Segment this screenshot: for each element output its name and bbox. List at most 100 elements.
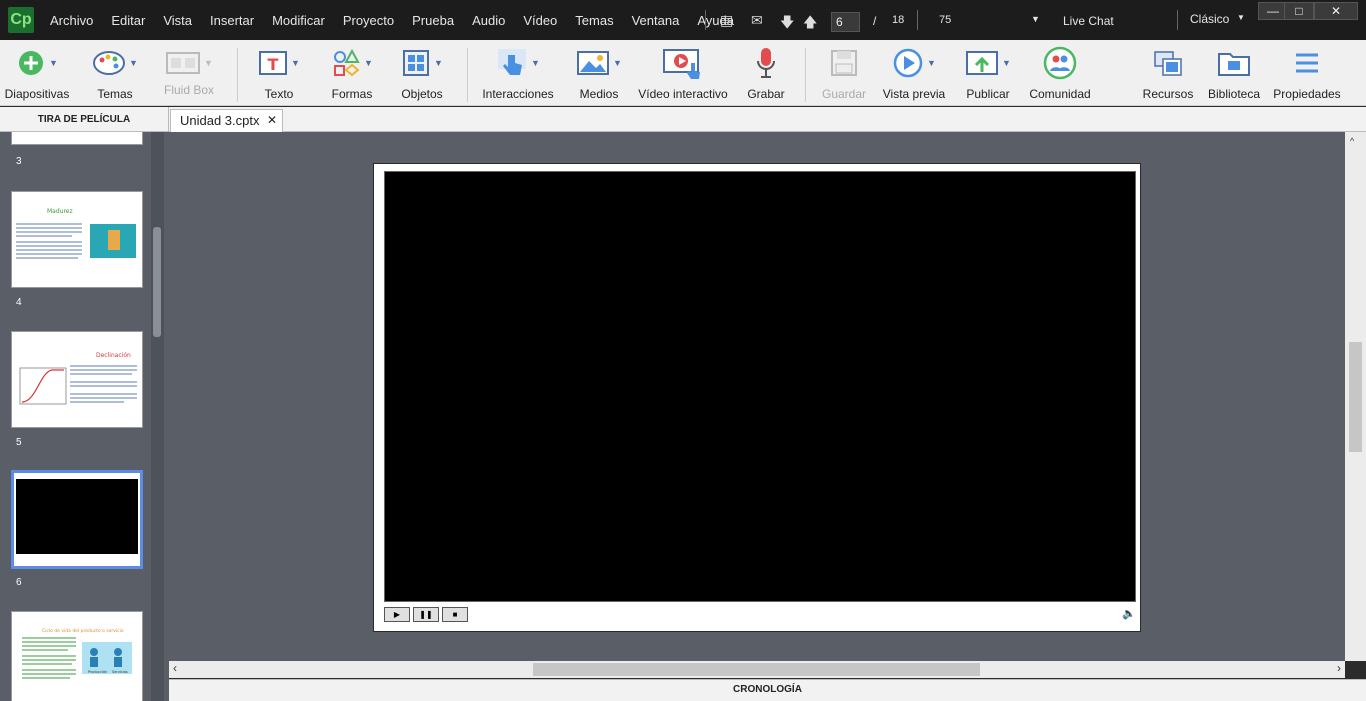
filmstrip-scrollbar[interactable]: [151, 132, 164, 701]
comment-icon[interactable]: ▤: [720, 12, 733, 29]
publish-icon: [966, 51, 999, 75]
menu-proyecto[interactable]: Proyecto: [334, 13, 403, 28]
save-button[interactable]: Guardar: [820, 46, 868, 104]
svg-text:Declinación: Declinación: [96, 352, 131, 359]
video-thumbnail: [16, 479, 138, 554]
workspace-dropdown-icon[interactable]: ▼: [1237, 13, 1245, 22]
slide-number: 3: [16, 156, 22, 167]
hand-pointer-icon: [498, 49, 527, 75]
zoom-dropdown-icon[interactable]: ▼: [1031, 14, 1040, 24]
menu-editar[interactable]: Editar: [102, 13, 154, 28]
zoom-level[interactable]: 75: [939, 14, 951, 26]
menu-video[interactable]: Vídeo: [514, 13, 566, 28]
slide-thumbnail-7[interactable]: Ciclo de vida del producto o servicio Pr…: [11, 611, 143, 701]
toolbar-divider: [237, 48, 238, 102]
slide-thumbnail-6[interactable]: [11, 470, 143, 569]
svg-text:Servicios: Servicios: [112, 670, 128, 674]
current-page-input[interactable]: 6: [831, 12, 860, 32]
arrow-down-icon[interactable]: 🡇: [780, 12, 794, 36]
volume-icon[interactable]: 🔈: [1122, 607, 1136, 620]
filmstrip: 3 Madurez 4 Declinación 5 6 Ciclo de vid…: [0, 132, 169, 701]
publish-button[interactable]: ▼ Publicar: [962, 46, 1014, 104]
objects-icon: [403, 50, 430, 76]
library-icon: [1218, 53, 1250, 76]
menu-audio[interactable]: Audio: [463, 13, 514, 28]
record-button[interactable]: Grabar: [744, 46, 788, 104]
filmstrip-title: TIRA DE PELÍCULA: [0, 107, 169, 132]
slide-preview: Madurez: [16, 208, 136, 259]
menu-vista[interactable]: Vista: [154, 13, 201, 28]
scrollbar-thumb[interactable]: [1349, 342, 1362, 452]
interactive-video-icon: [663, 49, 700, 79]
arrow-up-icon[interactable]: 🡅: [803, 12, 817, 36]
text-icon: T: [259, 51, 288, 75]
horizontal-scrollbar[interactable]: ‹ ›: [169, 661, 1345, 678]
close-tab-icon[interactable]: ✕: [267, 110, 277, 131]
menu-temas[interactable]: Temas: [566, 13, 622, 28]
fluid-box-button[interactable]: ▼ Fluid Box: [160, 46, 218, 104]
maximize-button[interactable]: □: [1284, 2, 1314, 20]
scroll-up-icon[interactable]: ^: [1350, 136, 1354, 146]
slide-thumbnail-4[interactable]: Madurez: [11, 191, 143, 288]
svg-text:T: T: [268, 55, 279, 74]
media-button[interactable]: ▼ Medios: [572, 46, 626, 104]
menu-prueba[interactable]: Prueba: [403, 13, 463, 28]
play-button[interactable]: ▶: [384, 607, 410, 622]
image-icon: [577, 51, 610, 75]
video-player[interactable]: [384, 171, 1136, 602]
assets-icon: [1154, 51, 1182, 76]
slide-preview: Ciclo de vida del producto o servicio Pr…: [22, 628, 132, 679]
menu-ventana[interactable]: Ventana: [623, 13, 689, 28]
toolbar-divider: [805, 48, 806, 102]
svg-text:Madurez: Madurez: [47, 208, 73, 215]
page-separator: /: [873, 14, 877, 28]
workspace-switcher[interactable]: Clásico: [1190, 12, 1229, 26]
menu-modificar[interactable]: Modificar: [263, 13, 334, 28]
text-button[interactable]: T ▼ Texto: [252, 46, 306, 104]
shapes-icon: [334, 48, 360, 77]
menu-bar: Archivo Editar Vista Insertar Modificar …: [41, 0, 743, 40]
mail-icon[interactable]: ✉: [751, 12, 763, 29]
slide-thumbnail-3[interactable]: [11, 132, 143, 145]
main-toolbar: ▼ Diapositivas ▼ Temas ▼ Fluid Box T ▼ Te…: [0, 40, 1366, 106]
scrollbar-thumb[interactable]: [153, 227, 161, 337]
live-chat-link[interactable]: Live Chat: [1063, 14, 1114, 28]
menu-insertar[interactable]: Insertar: [201, 13, 263, 28]
objects-button[interactable]: ▼ Objetos: [396, 46, 448, 104]
preview-button[interactable]: ▼ Vista previa: [882, 46, 946, 104]
slide-number: 4: [16, 297, 22, 308]
properties-button[interactable]: Propiedades: [1272, 46, 1342, 104]
interactive-video-button[interactable]: Vídeo interactivo: [638, 46, 728, 104]
document-tab[interactable]: Unidad 3.cptx ✕: [170, 109, 283, 132]
properties-icon: [1296, 53, 1318, 73]
slide-thumbnail-5[interactable]: Declinación: [11, 331, 143, 428]
scroll-left-icon[interactable]: ‹: [173, 661, 177, 675]
community-icon: [1043, 46, 1077, 80]
themes-button[interactable]: ▼ Temas: [88, 46, 142, 104]
title-bar: Cp Archivo Editar Vista Insertar Modific…: [0, 0, 1366, 40]
scrollbar-thumb[interactable]: [533, 663, 980, 676]
stop-button[interactable]: ■: [442, 607, 468, 622]
slide-canvas[interactable]: ▶ ❚❚ ■ 🔈: [373, 163, 1141, 632]
toolbar-divider: [467, 48, 468, 102]
total-pages: 18: [892, 14, 905, 26]
vertical-scrollbar[interactable]: ^: [1345, 132, 1366, 661]
shapes-button[interactable]: ▼ Formas: [326, 46, 378, 104]
library-button[interactable]: Biblioteca: [1206, 46, 1262, 104]
community-button[interactable]: Comunidad: [1028, 46, 1092, 104]
microphone-icon: [757, 48, 775, 78]
stage-area: ▶ ❚❚ ■ 🔈: [169, 132, 1345, 661]
slide-number: 6: [16, 577, 22, 588]
assets-button[interactable]: Recursos: [1142, 46, 1194, 104]
interactions-button[interactable]: ▼ Interacciones: [482, 46, 554, 104]
menu-archivo[interactable]: Archivo: [41, 13, 102, 28]
timeline-panel[interactable]: CRONOLOGÍA: [169, 679, 1366, 701]
palette-icon: [93, 51, 126, 75]
menu-ayuda[interactable]: Ayuda: [688, 13, 743, 28]
slides-button[interactable]: ▼ Diapositivas: [4, 46, 70, 104]
save-icon: [831, 50, 857, 76]
captivate-logo: Cp: [8, 7, 34, 33]
pause-button[interactable]: ❚❚: [413, 607, 439, 622]
close-button[interactable]: ✕: [1314, 2, 1358, 20]
scroll-right-icon[interactable]: ›: [1337, 661, 1341, 675]
